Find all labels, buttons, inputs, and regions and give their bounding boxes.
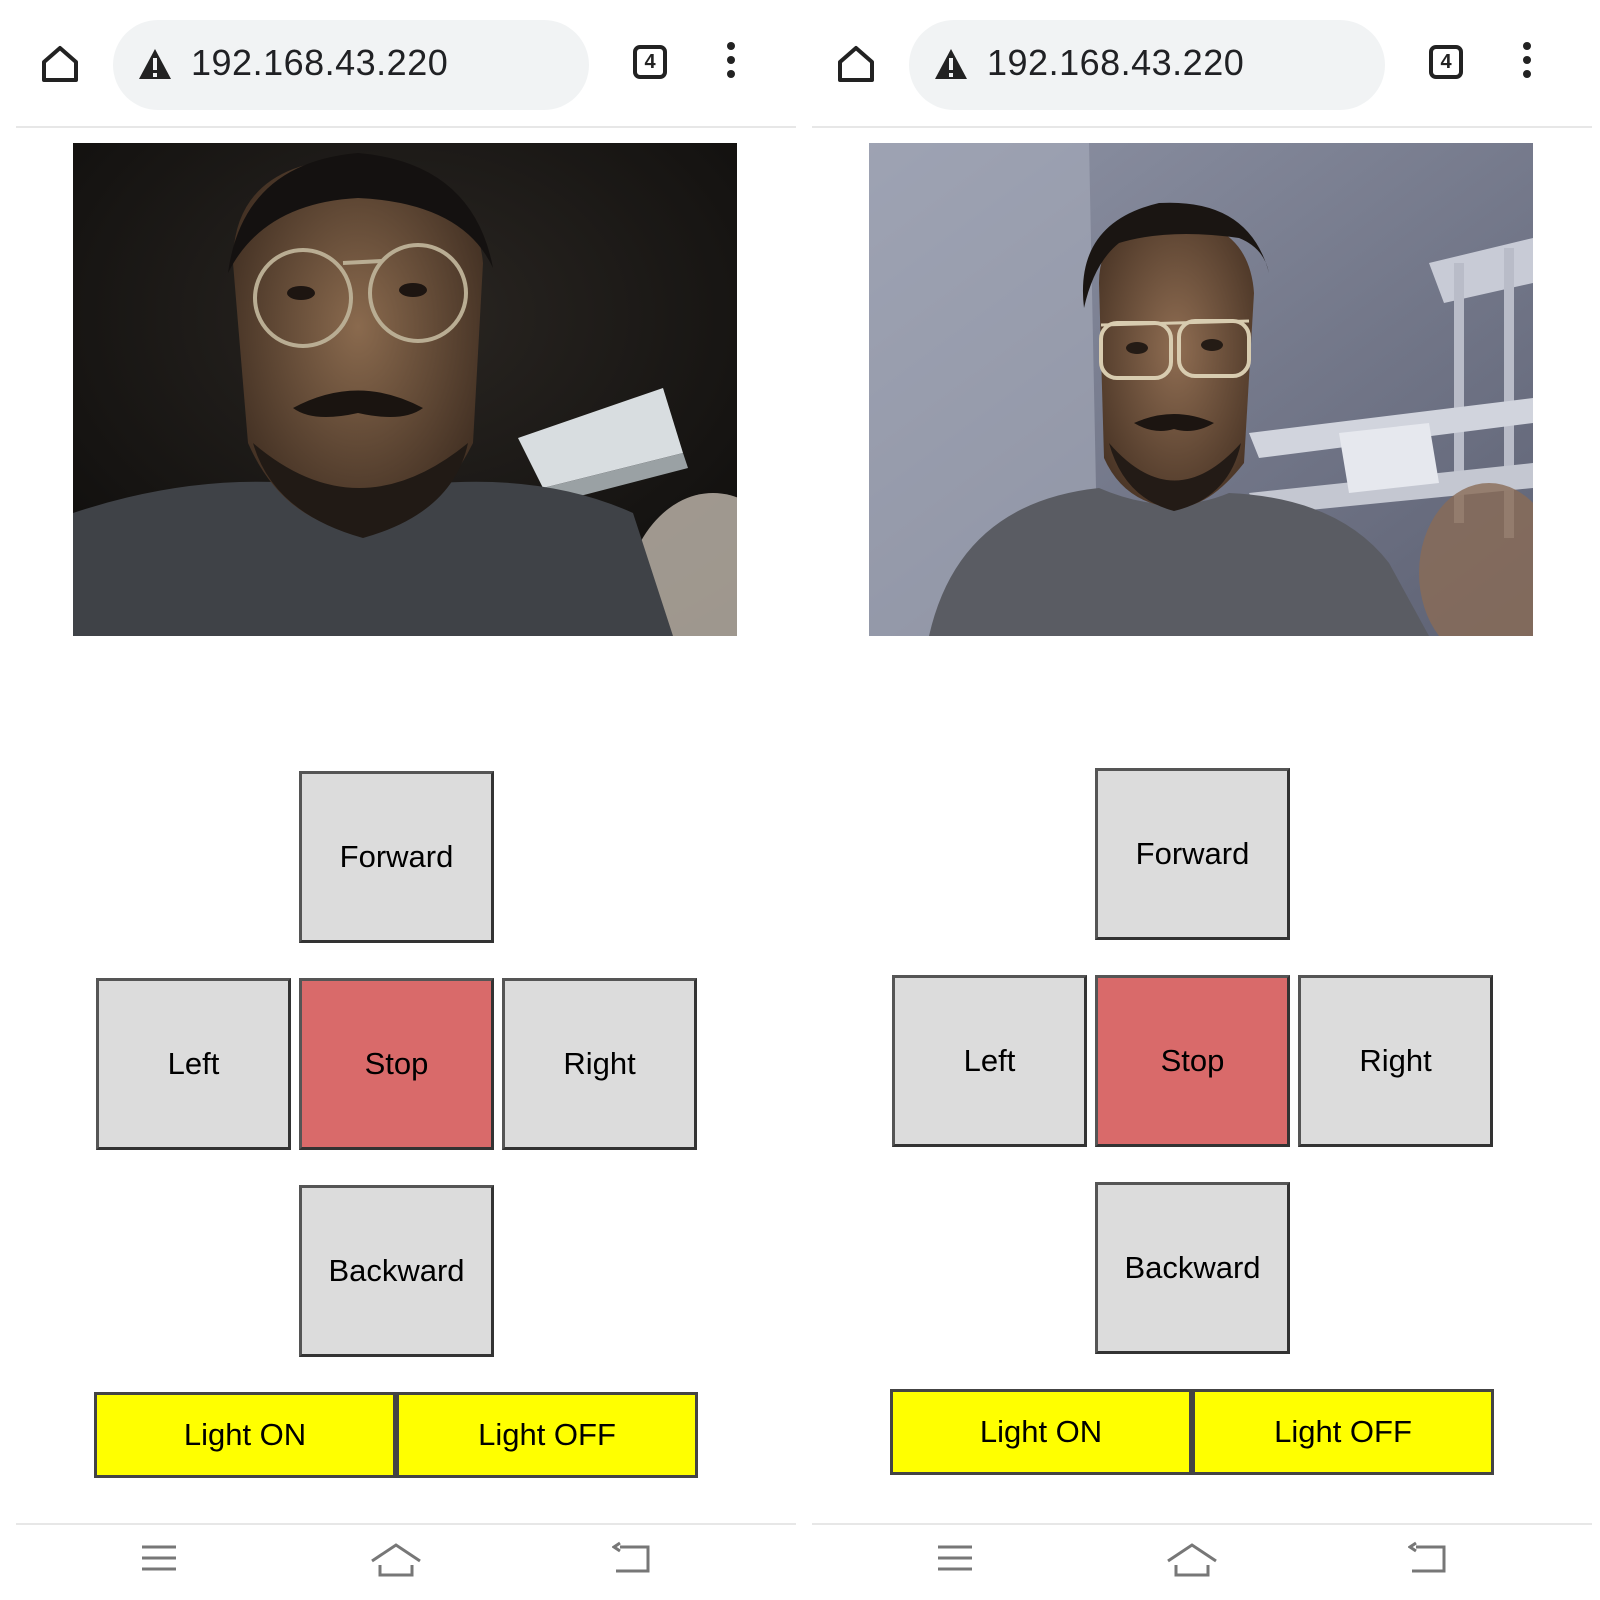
toolbar-divider [812,126,1592,128]
tab-switcher-icon[interactable]: 4 [633,45,667,79]
navbar-divider [16,1523,796,1525]
browser-toolbar: 192.168.43.220 4 [812,0,1592,128]
home-icon[interactable] [834,42,878,86]
light-on-button[interactable]: Light ON [94,1392,396,1478]
system-navbar [812,1527,1592,1600]
url-text: 192.168.43.220 [191,42,449,83]
toolbar-divider [16,126,796,128]
home-icon[interactable] [38,42,82,86]
phone-screen-right: 192.168.43.220 4 Forward Left Stop Right… [812,0,1592,1600]
overflow-menu-icon[interactable] [1517,42,1537,86]
phone-screen-left: 192.168.43.220 4 Forward Left Stop Right… [16,0,796,1600]
recent-apps-icon[interactable] [140,1541,178,1580]
warning-icon[interactable] [933,47,969,81]
overflow-menu-icon[interactable] [721,42,741,86]
recent-apps-icon[interactable] [936,1541,974,1580]
address-bar[interactable]: 192.168.43.220 [113,20,589,110]
system-navbar [16,1527,796,1600]
back-icon[interactable] [611,1541,652,1580]
light-off-button[interactable]: Light OFF [1192,1389,1494,1475]
navbar-divider [812,1523,1592,1525]
system-home-icon[interactable] [370,1541,422,1582]
light-off-button[interactable]: Light OFF [396,1392,698,1478]
left-button[interactable]: Left [96,978,291,1150]
browser-toolbar: 192.168.43.220 4 [16,0,796,128]
right-button[interactable]: Right [1298,975,1493,1147]
warning-icon[interactable] [137,47,173,81]
system-home-icon[interactable] [1166,1541,1218,1582]
right-button[interactable]: Right [502,978,697,1150]
light-on-button[interactable]: Light ON [890,1389,1192,1475]
left-button[interactable]: Left [892,975,1087,1147]
stop-button[interactable]: Stop [1095,975,1290,1147]
tab-switcher-icon[interactable]: 4 [1429,45,1463,79]
backward-button[interactable]: Backward [1095,1182,1290,1354]
url-text: 192.168.43.220 [987,42,1245,83]
camera-stream [869,143,1533,636]
forward-button[interactable]: Forward [299,771,494,943]
backward-button[interactable]: Backward [299,1185,494,1357]
address-bar[interactable]: 192.168.43.220 [909,20,1385,110]
camera-stream [73,143,737,636]
stop-button[interactable]: Stop [299,978,494,1150]
back-icon[interactable] [1407,1541,1448,1580]
forward-button[interactable]: Forward [1095,768,1290,940]
